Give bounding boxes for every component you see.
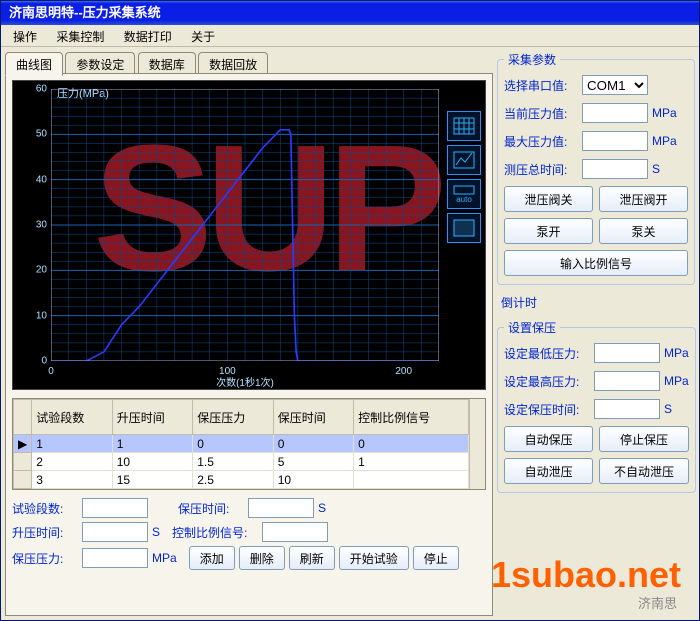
stop-hold-button[interactable]: 停止保压 [599,426,688,452]
chart-svg [51,89,439,361]
menu-about[interactable]: 关于 [183,25,223,48]
hold-legend: 设置保压 [504,319,560,336]
max-pres-value [582,131,648,151]
tab-strip: 曲线图 参数设定 数据库 数据回放 [5,51,493,73]
pressure-chart: 压力(MPa) SUP 0102030405060 0100200 次数(1秒1… [12,80,486,390]
total-time-label: 测压总时间: [504,161,582,178]
hold-time-label: 保压时间: [178,500,248,517]
min-pres-input[interactable] [594,343,660,363]
auto-relief-button[interactable]: 自动泄压 [504,458,593,484]
delete-button[interactable]: 删除 [239,546,285,570]
start-button[interactable]: 开始试验 [339,546,409,570]
tab-params[interactable]: 参数设定 [65,52,135,75]
collect-legend: 采集参数 [504,51,560,68]
right-pane: 采集参数 选择串口值: COM1 当前压力值: MPa 最大压力值: MPa [495,47,699,620]
cur-pres-value [582,103,648,123]
hold-time-set-unit: S [664,402,672,416]
port-label: 选择串口值: [504,77,582,94]
menu-operate[interactable]: 操作 [5,25,45,48]
table-scrollbar[interactable] [469,399,485,489]
add-button[interactable]: 添加 [189,546,235,570]
max-pres-label: 最大压力值: [504,133,582,150]
port-select[interactable]: COM1 [582,75,648,95]
tab-panel-curve: 压力(MPa) SUP 0102030405060 0100200 次数(1秒1… [5,73,493,616]
left-pane: 曲线图 参数设定 数据库 数据回放 压力(MPa) SUP 0102030405… [1,47,495,620]
chart-style-icon[interactable] [447,145,481,175]
grid-icon[interactable] [447,111,481,141]
seg-count-label: 试验段数: [12,500,82,517]
chart-x-sublabel: 次数(1秒1次) [216,374,274,389]
max-pres-unit: MPa [652,134,677,148]
ctrl-sig-input[interactable] [262,522,328,542]
relief-close-button[interactable]: 泄压阀关 [504,186,593,212]
stop-button[interactable]: 停止 [413,546,459,570]
tab-replay[interactable]: 数据回放 [198,52,268,75]
rise-time-unit: S [152,525,160,539]
chart-controls: auto [447,111,481,247]
rise-time-label: 升压时间: [12,524,82,541]
max-pres-set-input[interactable] [594,371,660,391]
segment-form: 试验段数: 保压时间: S 升压时间: S 控制比例信号: [12,498,486,570]
rise-time-input[interactable] [82,522,148,542]
hold-pres-unit: MPa [152,551,177,565]
pump-off-button[interactable]: 泵关 [599,218,688,244]
min-pres-label: 设定最低压力: [504,345,594,362]
seg-count-input[interactable] [82,498,148,518]
relief-open-button[interactable]: 泄压阀开 [599,186,688,212]
input-ratio-button[interactable]: 输入比例信号 [504,250,688,276]
total-time-value [582,159,648,179]
cur-pres-unit: MPa [652,106,677,120]
hold-pres-label: 保压压力: [12,550,82,567]
hold-time-unit: S [318,501,326,515]
tab-db[interactable]: 数据库 [138,52,196,75]
menu-collect[interactable]: 采集控制 [48,25,112,48]
min-pres-unit: MPa [664,346,689,360]
auto-icon[interactable]: auto [447,179,481,209]
max-pres-set-unit: MPa [664,374,689,388]
total-time-unit: S [652,162,660,176]
segment-table: 试验段数升压时间保压压力保压时间控制比例信号▶110002101.5513152… [12,398,486,490]
refresh-button[interactable]: 刷新 [289,546,335,570]
cur-pres-label: 当前压力值: [504,105,582,122]
color-icon[interactable] [447,213,481,243]
chart-plot-area[interactable]: 0102030405060 0100200 次数(1秒1次) [51,89,439,361]
pump-on-button[interactable]: 泵开 [504,218,593,244]
segment-table-grid[interactable]: 试验段数升压时间保压压力保压时间控制比例信号▶110002101.5513152… [13,399,469,489]
auto-hold-button[interactable]: 自动保压 [504,426,593,452]
title-bar: 济南思明特--压力采集系统 [1,1,699,25]
hold-settings-group: 设置保压 设定最低压力: MPa 设定最高压力: MPa 设定保压时间: S [497,319,696,493]
hold-time-input[interactable] [248,498,314,518]
hold-time-set-input[interactable] [594,399,660,419]
collect-params-group: 采集参数 选择串口值: COM1 当前压力值: MPa 最大压力值: MPa [497,51,695,285]
max-pres-set-label: 设定最高压力: [504,373,594,390]
tab-curve[interactable]: 曲线图 [5,52,63,76]
app-window: 济南思明特--压力采集系统 操作 采集控制 数据打印 关于 曲线图 参数设定 数… [0,0,700,621]
hold-pres-input[interactable] [82,548,148,568]
no-relief-button[interactable]: 不自动泄压 [599,458,688,484]
countdown-label: 倒计时 [501,294,547,311]
menu-bar: 操作 采集控制 数据打印 关于 [1,25,699,47]
menu-print[interactable]: 数据打印 [116,25,180,48]
ctrl-sig-label: 控制比例信号: [172,524,262,541]
hold-time-set-label: 设定保压时间: [504,401,594,418]
window-title: 济南思明特--压力采集系统 [9,5,161,20]
